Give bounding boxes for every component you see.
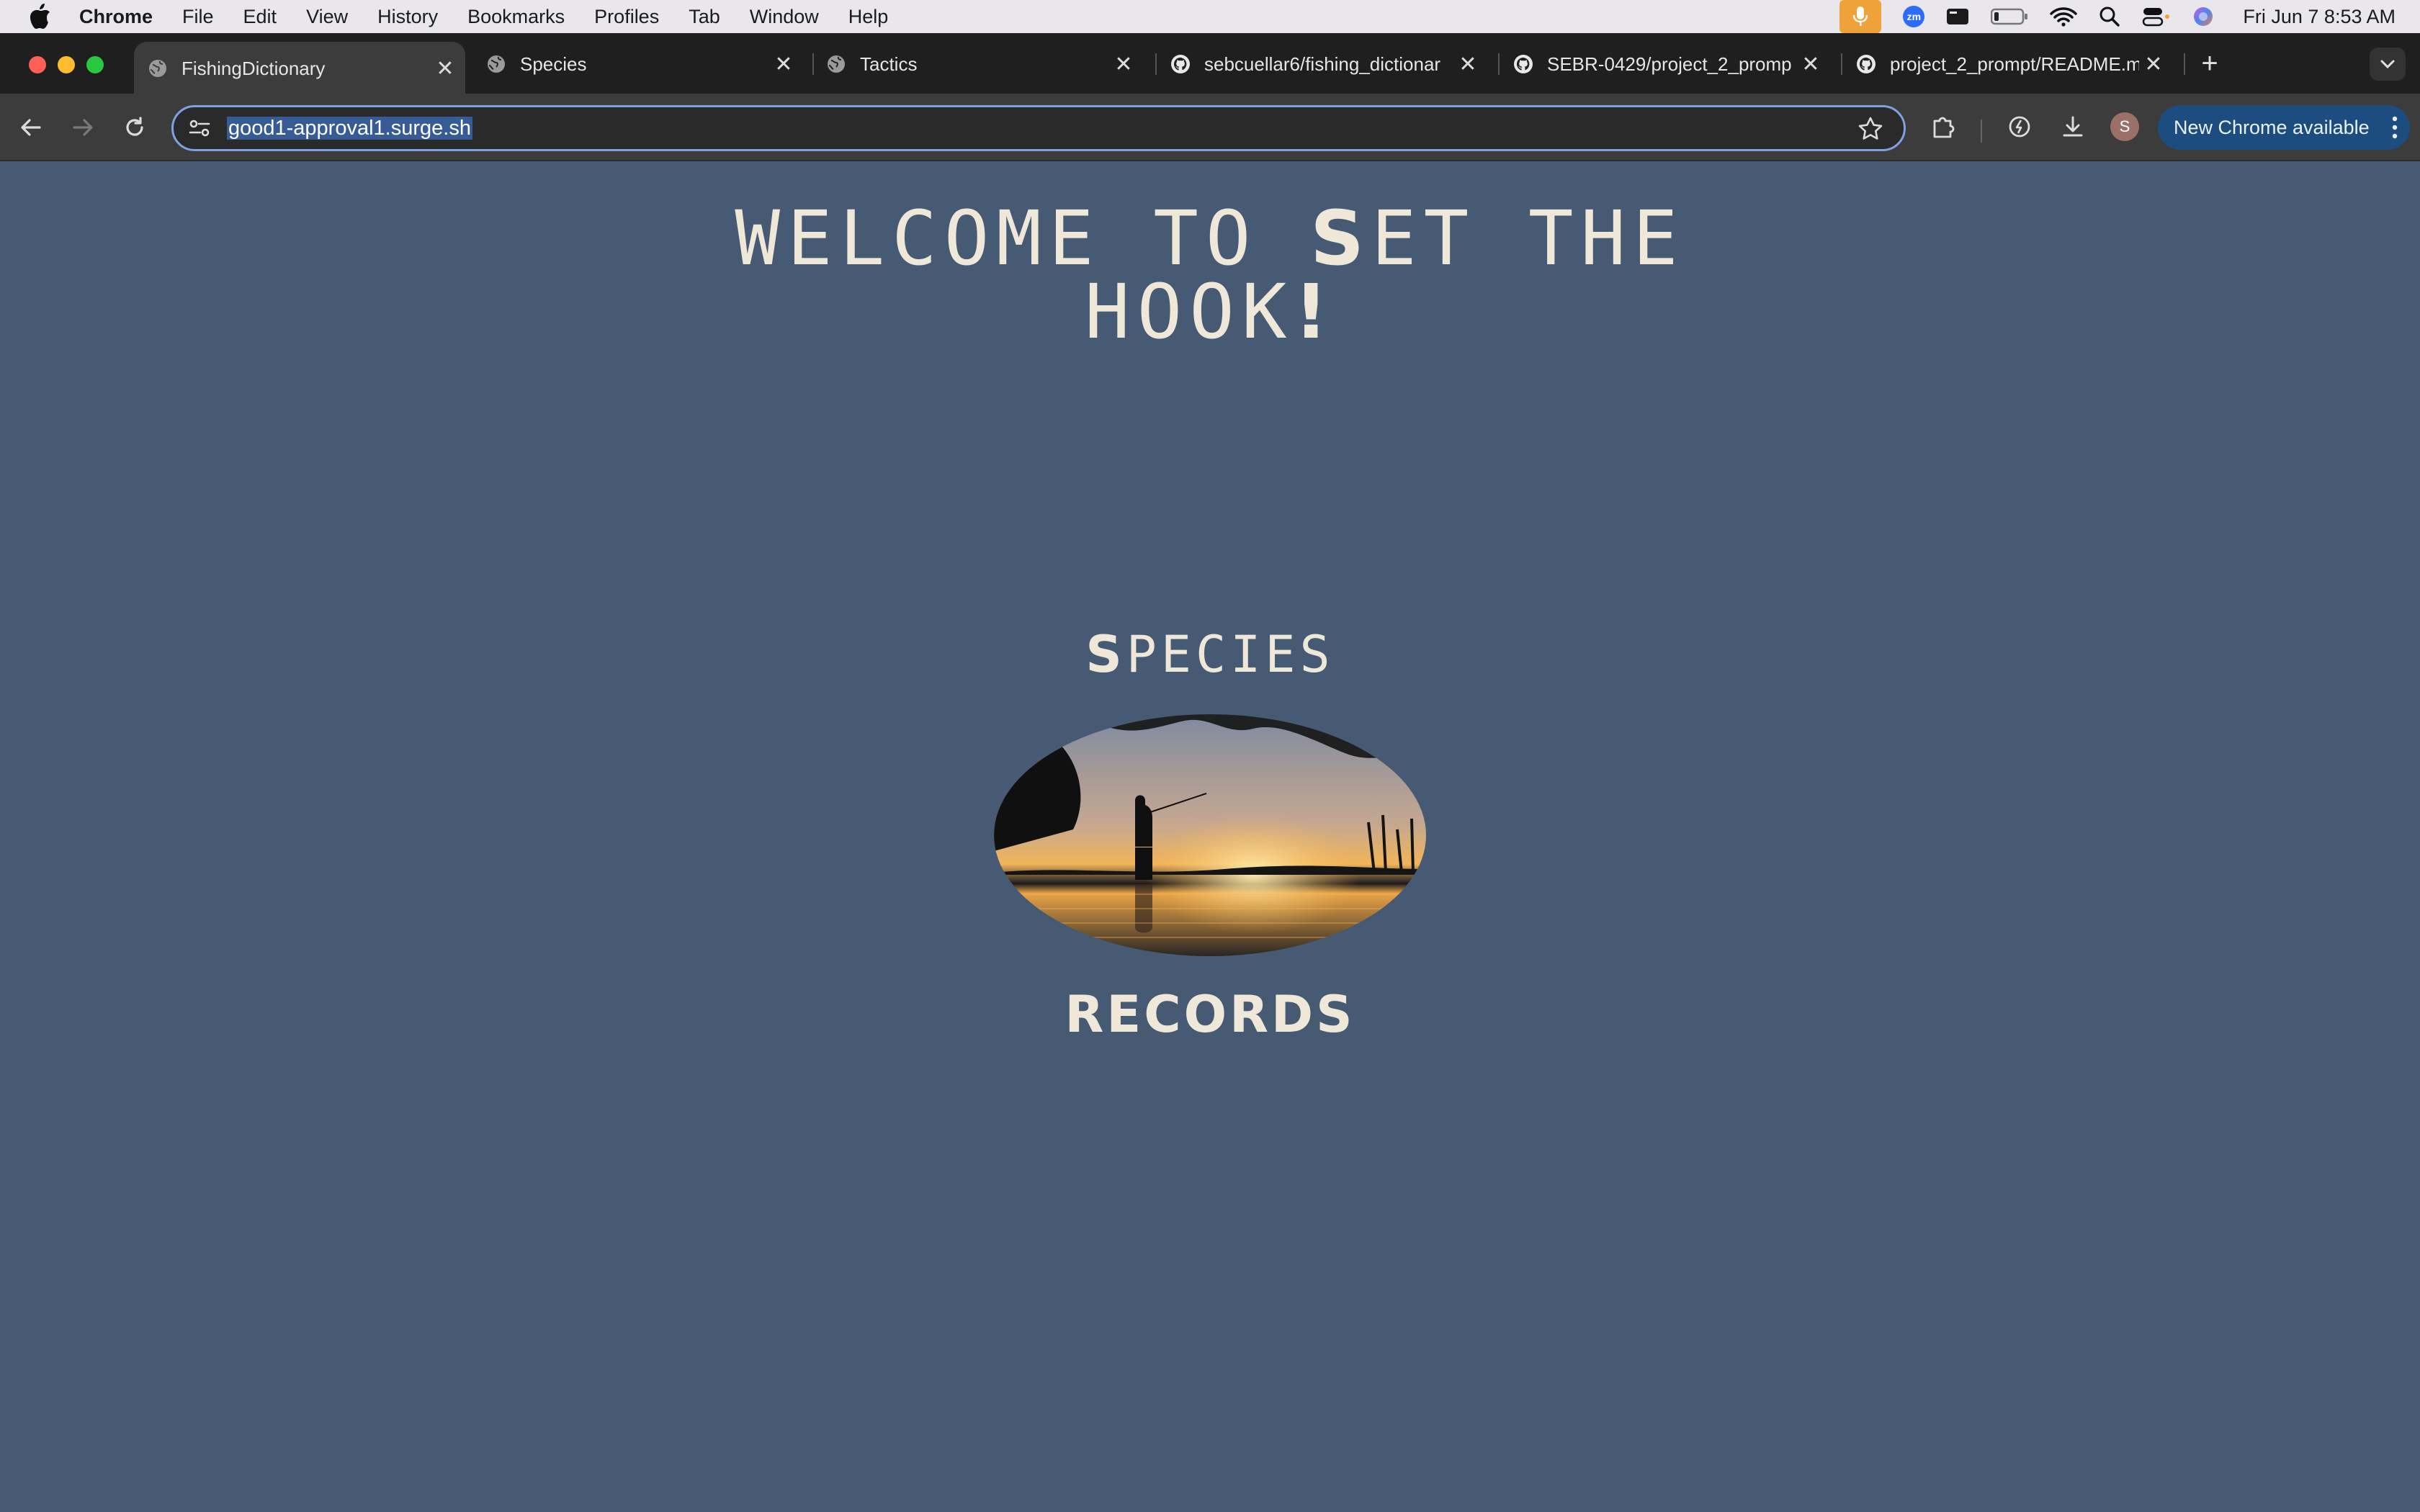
performance-button[interactable] <box>2004 111 2035 143</box>
puzzle-icon <box>1933 117 1955 138</box>
headline-line-1: WELCOME TO SET THE <box>735 194 1685 282</box>
reload-icon <box>126 117 143 136</box>
download-icon <box>2063 116 2083 137</box>
tab-title: Species <box>520 53 587 75</box>
toolbar-separator <box>1981 120 1982 143</box>
kebab-menu-icon[interactable] <box>2391 115 2398 140</box>
chevron-down-icon <box>2380 60 2395 69</box>
extensions-button[interactable] <box>1927 111 1959 143</box>
forward-arrow-icon <box>73 119 93 136</box>
menu-profiles[interactable]: Profiles <box>594 6 659 28</box>
new-chrome-available-button[interactable]: New Chrome available <box>2158 105 2410 150</box>
tab-fishingdictionary[interactable]: FishingDictionary ✕ <box>134 42 465 95</box>
back-button[interactable] <box>13 109 49 145</box>
tab-title: sebcuellar6/fishing_dictionar <box>1204 53 1441 75</box>
species-link[interactable]: SPECIES <box>0 625 2420 684</box>
github-icon <box>1171 55 1190 73</box>
bookmark-star-icon[interactable] <box>1857 116 1883 142</box>
minimize-window-button[interactable] <box>58 56 75 73</box>
tab-separator <box>2184 53 2185 75</box>
menu-tab[interactable]: Tab <box>689 6 720 28</box>
tab-title: project_2_prompt/README.m <box>1890 53 2139 75</box>
menu-view[interactable]: View <box>306 6 348 28</box>
url-text: good1-approval1.surge.sh <box>227 117 472 140</box>
reload-button[interactable] <box>117 109 153 145</box>
tab-title: SEBR-0429/project_2_promp <box>1547 53 1792 75</box>
site-info-icon[interactable] <box>188 117 211 139</box>
new-tab-button[interactable]: + <box>2195 49 2224 78</box>
menu-history[interactable]: History <box>377 6 438 28</box>
close-tab-icon[interactable]: ✕ <box>1796 50 1825 78</box>
profile-avatar[interactable]: S <box>2110 112 2139 141</box>
tab-github-fishing-dictionary[interactable]: sebcuellar6/fishing_dictionar ✕ <box>1157 45 1488 84</box>
web-page-content: WELCOME TO SET THE HOOK! SPECIES RECORDS <box>0 161 2420 1512</box>
macos-menu-bar: Chrome File Edit View History Bookmarks … <box>0 0 2420 33</box>
microphone-icon[interactable] <box>1839 0 1882 33</box>
update-button-label: New Chrome available <box>2174 116 2370 138</box>
close-tab-icon[interactable]: ✕ <box>769 50 798 78</box>
downloads-button[interactable] <box>2057 111 2089 143</box>
back-arrow-icon <box>21 119 41 136</box>
tab-title: FishingDictionary <box>182 57 326 79</box>
globe-icon <box>488 55 505 73</box>
menu-help[interactable]: Help <box>848 6 889 28</box>
close-window-button[interactable] <box>29 56 46 73</box>
menu-app-name[interactable]: Chrome <box>79 6 153 28</box>
control-center-icon[interactable] <box>2142 0 2171 33</box>
menu-edit[interactable]: Edit <box>243 6 277 28</box>
close-tab-icon[interactable]: ✕ <box>431 54 460 83</box>
browser-toolbar: good1-approval1.surge.sh <box>0 94 2420 161</box>
siri-icon[interactable] <box>2192 0 2214 33</box>
page-headline: WELCOME TO SET THE HOOK! <box>0 194 2420 356</box>
menu-window[interactable]: Window <box>750 6 819 28</box>
globe-icon <box>149 60 166 77</box>
fullscreen-window-button[interactable] <box>86 56 104 73</box>
tab-tactics[interactable]: Tactics ✕ <box>812 45 1144 84</box>
battery-icon[interactable] <box>1991 0 2028 33</box>
close-tab-icon[interactable]: ✕ <box>2139 50 2168 78</box>
screen-icon[interactable] <box>1946 0 1969 33</box>
apple-icon[interactable] <box>27 3 52 30</box>
tab-github-project-2-prompt[interactable]: SEBR-0429/project_2_promp ✕ <box>1500 45 1831 84</box>
address-bar-url[interactable]: good1-approval1.surge.sh <box>227 114 472 142</box>
close-tab-icon[interactable]: ✕ <box>1453 50 1482 78</box>
zoom-icon[interactable]: zm <box>1903 0 1925 33</box>
wifi-icon[interactable] <box>2050 0 2078 33</box>
tab-title: Tactics <box>860 53 918 75</box>
menu-bar-status-area: zm Fri Jun 7 8:53 AM <box>1839 0 2396 33</box>
menu-bookmarks[interactable]: Bookmarks <box>467 6 565 28</box>
close-tab-icon[interactable]: ✕ <box>1109 50 1138 78</box>
forward-button[interactable] <box>65 109 101 145</box>
github-icon <box>1514 55 1533 73</box>
menu-file[interactable]: File <box>182 6 214 28</box>
spotlight-icon[interactable] <box>2099 0 2120 33</box>
headline-line-2: HOOK! <box>1085 268 1335 356</box>
tab-github-readme[interactable]: project_2_prompt/README.m ✕ <box>1842 45 2174 84</box>
globe-icon <box>828 55 845 73</box>
address-bar[interactable]: good1-approval1.surge.sh <box>171 105 1906 151</box>
fisherman-at-sunset-photo[interactable] <box>994 714 1426 956</box>
menu-bar-clock[interactable]: Fri Jun 7 8:53 AM <box>2243 6 2396 28</box>
tab-species[interactable]: Species ✕ <box>472 45 804 84</box>
tab-search-button[interactable] <box>2370 48 2406 81</box>
records-link[interactable]: RECORDS <box>0 985 2420 1044</box>
github-icon <box>1857 55 1876 73</box>
speedometer-icon <box>2009 116 2030 138</box>
